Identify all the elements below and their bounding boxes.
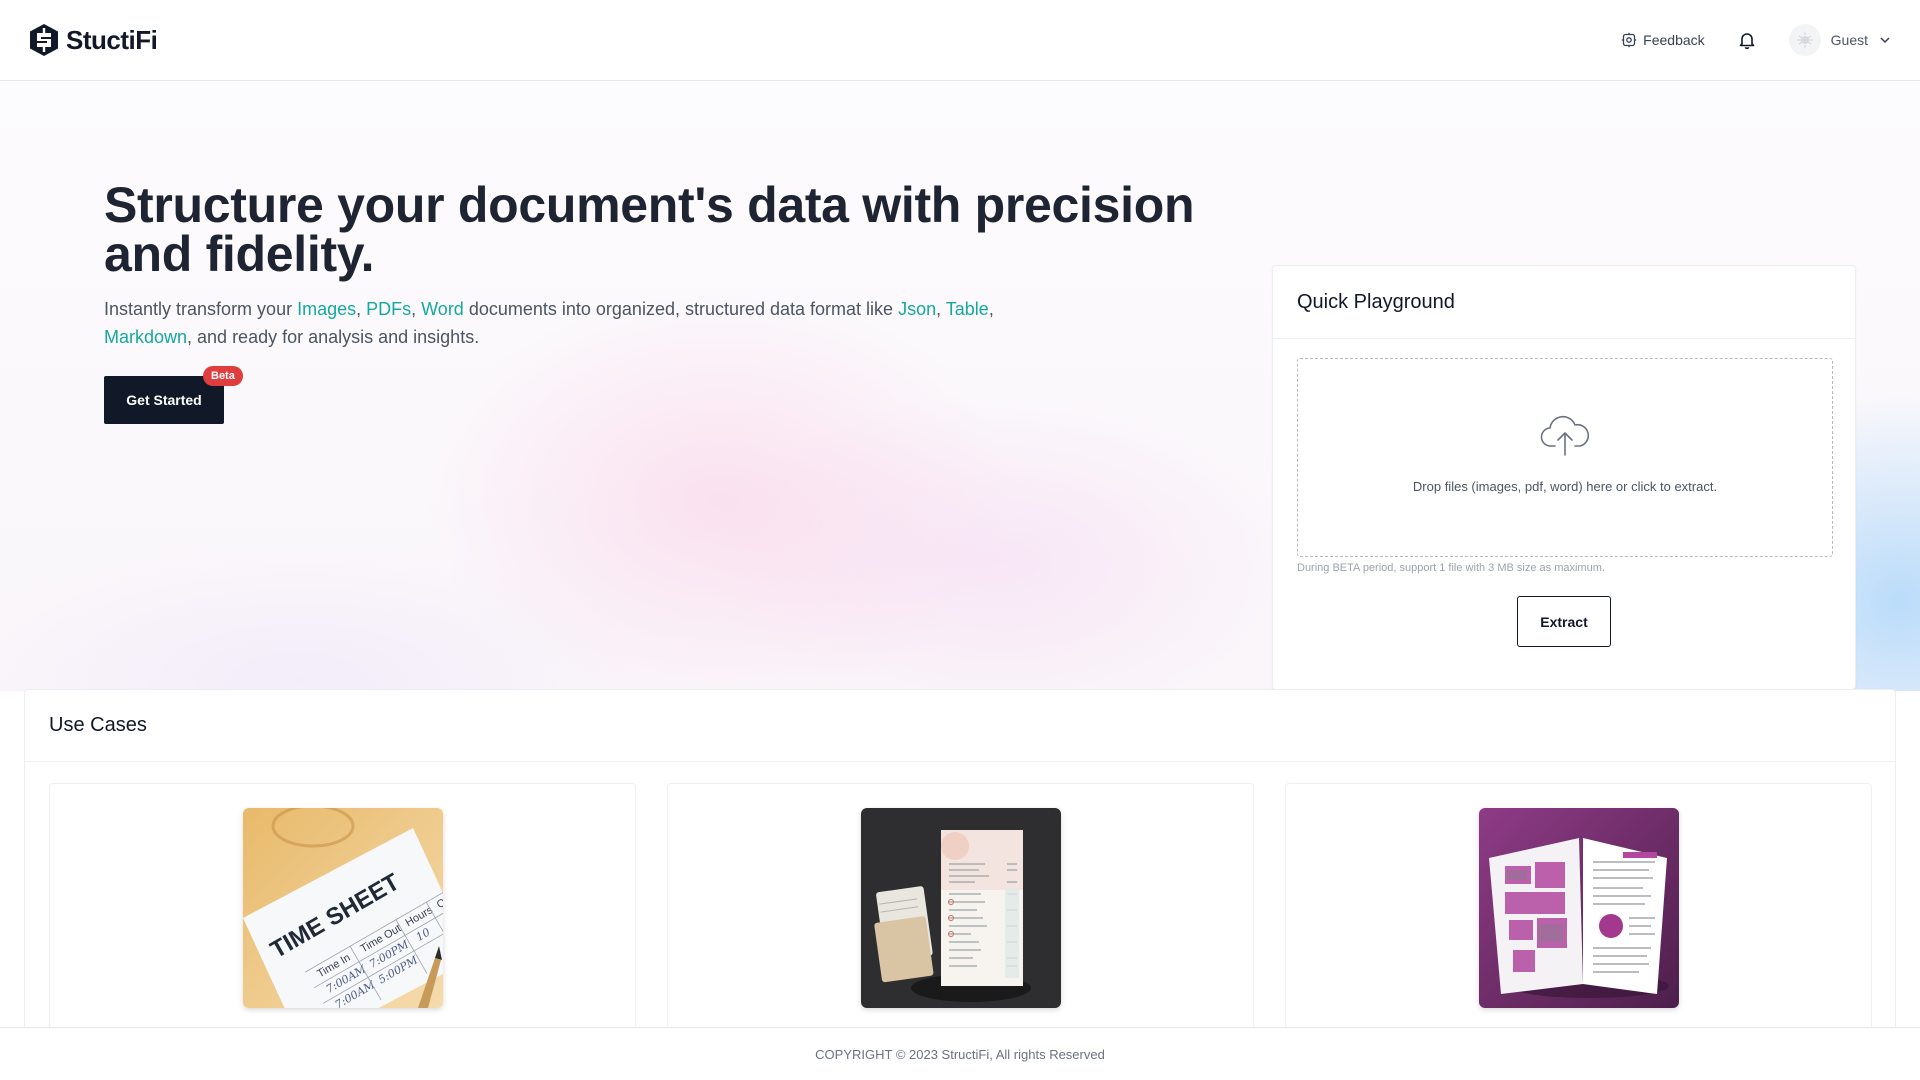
notifications-button[interactable] [1737,30,1757,50]
time-sheet-image: TIME SHEET Time In Time Out Hours O 7:00… [242,808,443,1008]
avatar [1788,24,1821,56]
top-actions: Feedback Guest [1621,24,1892,56]
brand-logo-icon [30,24,58,56]
playground-title: Quick Playground [1273,266,1855,339]
user-name: Guest [1830,32,1868,48]
separator: , [411,299,422,319]
hero-title: Structure your document's data with prec… [104,177,1195,282]
top-navigation: StuctiFi Feedback Guest [0,0,1920,81]
quick-playground-card: Quick Playground Drop files (images, pdf… [1272,265,1856,690]
format-pdfs-link: PDFs [366,299,412,319]
beta-badge: Beta [203,366,243,386]
hero-desc-prefix: Instantly transform your [104,299,298,319]
upload-hint: During BETA period, support 1 file with … [1297,562,1605,574]
bell-icon [1739,33,1754,50]
chevron-down-icon [1878,33,1892,47]
hero-section: Structure your document's data with prec… [0,81,1920,691]
file-dropzone[interactable]: Drop files (images, pdf, word) here or c… [1297,358,1833,557]
feedback-label: Feedback [1643,32,1705,48]
feedback-button[interactable]: Feedback [1621,32,1705,48]
use-case-card-timesheet[interactable]: TIME SHEET Time In Time Out Hours O 7:00… [49,783,636,1043]
format-word-link: Word [421,299,464,319]
format-images-link: Images [297,299,357,319]
brand[interactable]: StuctiFi [28,23,158,57]
extract-button[interactable]: Extract [1517,596,1611,647]
separator: , [988,299,994,319]
use-case-card-brochure[interactable] [1285,783,1872,1043]
copyright-text: COPYRIGHT © 2023 StructiFi, All rights R… [815,1046,1105,1062]
feedback-icon [1621,32,1637,48]
footer: COPYRIGHT © 2023 StructiFi, All rights R… [0,1027,1920,1080]
hero-desc-middle: documents into organized, structured dat… [463,299,899,319]
brochure-image [1478,808,1679,1008]
guest-avatar-icon [1796,32,1813,48]
receipt-image [860,808,1061,1008]
separator: , [356,299,367,319]
hero-description: Instantly transform your Images, PDFs, W… [104,295,1024,351]
user-menu[interactable]: Guest [1788,24,1892,56]
format-json-link: Json [898,299,937,319]
brand-name: StuctiFi [66,24,158,55]
use-cases-title: Use Cases [25,690,1895,762]
use-case-card-receipt[interactable] [667,783,1254,1043]
format-markdown-link: Markdown [104,327,188,347]
cloud-upload-icon [1540,415,1590,456]
dropzone-text: Drop files (images, pdf, word) here or c… [1412,479,1718,494]
format-table-link: Table [945,299,989,319]
use-cases-section: Use Cases TIME SHEET Time In Time Out Ho… [24,689,1896,1043]
separator: , [936,299,946,319]
hero-desc-suffix: , and ready for analysis and insights. [187,327,480,347]
